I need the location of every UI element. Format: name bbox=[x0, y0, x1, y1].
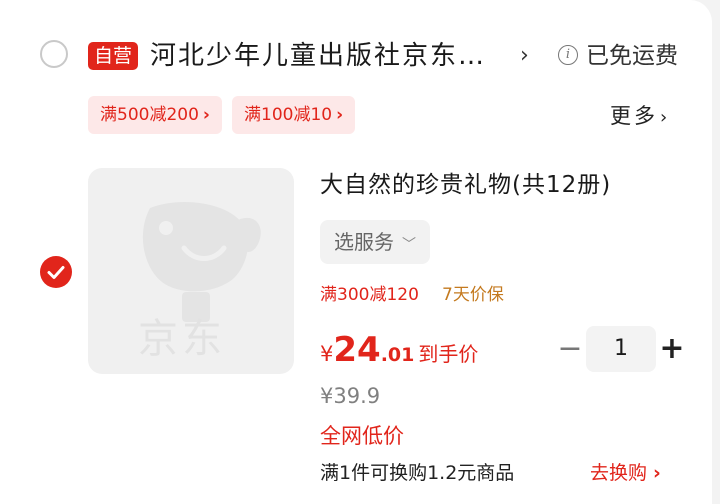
shop-name-link[interactable]: 河北少年儿童出版社京东自营旗舰店 bbox=[150, 36, 500, 76]
shop-select-checkbox[interactable] bbox=[40, 40, 68, 68]
coupon-label: 满500减200 bbox=[100, 105, 199, 125]
info-icon[interactable]: i bbox=[558, 45, 578, 65]
price-integer: 24 bbox=[333, 330, 381, 370]
chevron-right-icon: › bbox=[653, 462, 661, 484]
chevron-right-icon: › bbox=[660, 107, 668, 128]
self-operated-badge: 自营 bbox=[88, 42, 139, 70]
jd-logo-text: 京东 bbox=[138, 316, 226, 362]
item-select-checkbox-checked[interactable] bbox=[40, 256, 72, 288]
quantity-decrease-button[interactable]: − bbox=[556, 334, 584, 364]
price-label: 到手价 bbox=[418, 342, 479, 366]
currency-symbol: ¥ bbox=[320, 342, 334, 366]
chevron-right-icon: › bbox=[202, 105, 210, 125]
price-decimal: .01 bbox=[380, 344, 415, 366]
lowest-price-tag: 全网低价 bbox=[320, 424, 404, 448]
quantity-input[interactable]: 1 bbox=[586, 326, 656, 372]
exchange-link[interactable]: 去换购 › bbox=[590, 458, 661, 488]
coupon-tag-500-200[interactable]: 满500减200 › bbox=[88, 96, 222, 134]
coupon-label: 满100减10 bbox=[244, 105, 333, 125]
more-coupons-button[interactable]: 更多 › bbox=[610, 98, 667, 136]
quantity-increase-button[interactable]: + bbox=[658, 334, 686, 364]
exchange-link-label: 去换购 bbox=[590, 462, 648, 484]
exchange-offer-text: 满1件可换购1.2元商品 bbox=[320, 462, 515, 484]
cart-shop-card: 自营 河北少年儿童出版社京东自营旗舰店 › i 已免运费 满500减200› 满… bbox=[0, 0, 712, 504]
more-label: 更多 bbox=[610, 104, 658, 128]
price-guarantee-tag: 7天价保 bbox=[442, 285, 504, 305]
select-service-button[interactable]: 选服务 ﹀ bbox=[320, 220, 430, 264]
product-title[interactable]: 大自然的珍贵礼物(共12册) bbox=[320, 168, 611, 202]
promo-discount: 满300减120 bbox=[320, 285, 419, 305]
chevron-right-icon: › bbox=[336, 105, 344, 125]
shipping-status: 已免运费 bbox=[586, 43, 678, 69]
chevron-right-icon[interactable]: › bbox=[520, 38, 529, 74]
chevron-down-icon: ﹀ bbox=[402, 237, 416, 253]
original-price: ¥39.9 bbox=[320, 384, 381, 408]
check-icon bbox=[47, 266, 65, 279]
coupon-tag-100-10[interactable]: 满100减10 › bbox=[232, 96, 356, 134]
final-price: ¥24.01 到手价 bbox=[320, 330, 478, 370]
product-image-placeholder[interactable]: 京东 bbox=[88, 168, 294, 374]
service-label: 选服务 bbox=[334, 230, 394, 254]
